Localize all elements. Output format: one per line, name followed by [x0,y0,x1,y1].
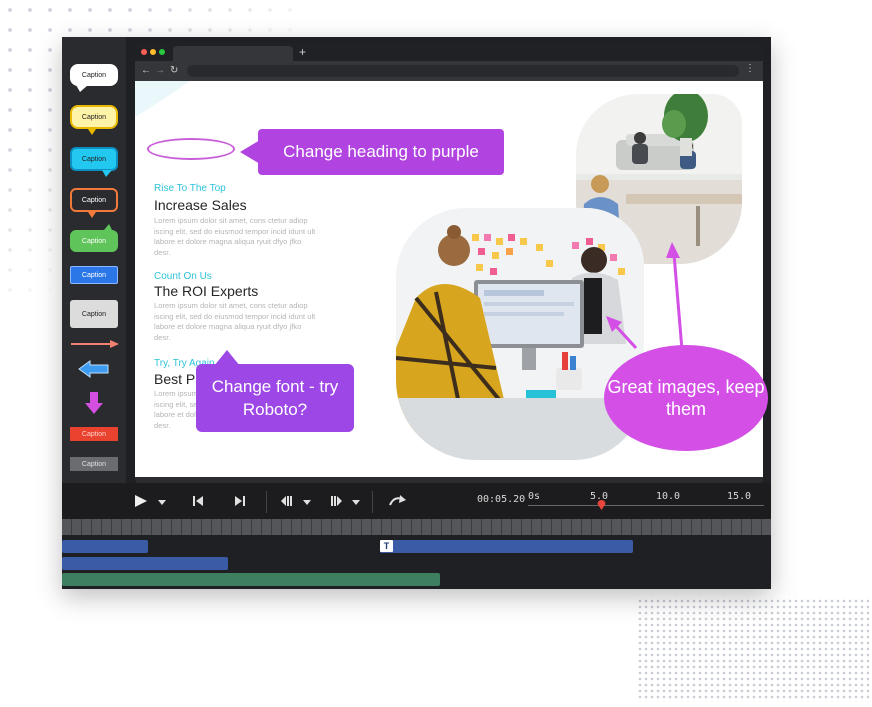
caption-style-blue-box[interactable]: Caption [70,266,118,284]
chevron-down-icon[interactable] [158,500,166,505]
caption-style-grey-box[interactable]: Caption [70,300,118,328]
caption-palette: Caption Caption Caption Caption Caption … [62,37,126,483]
bubble-tail-icon [104,224,112,230]
maximize-window-dot[interactable] [159,49,165,55]
heading-color-callout: Change heading to purple [258,129,504,175]
caption-style-red-bar[interactable]: Caption [70,427,118,441]
corner-decoration [135,81,190,117]
timecode-display: 00:05.20 [477,494,526,505]
forward-arrow-icon[interactable]: → [155,64,165,78]
font-change-callout: Change font - try Roboto? [196,364,354,432]
bubble-tail-icon [102,170,112,177]
ruler-label: 15.0 [727,491,752,502]
caption-style-cyan-bubble[interactable]: Caption [70,147,118,171]
close-window-dot[interactable] [141,49,147,55]
timeline-clip-blue[interactable] [62,540,148,553]
section-body: Lorem ipsum dolor sit amet, cons ctetur … [154,301,316,342]
ruler-label: 10.0 [656,491,681,502]
bubble-tail-icon [76,85,88,92]
callout-arrows [606,242,684,351]
text-clip-icon: T [380,540,393,552]
timeline-clip-blue[interactable] [62,557,228,570]
caption-style-white-bubble[interactable]: Caption [70,64,118,86]
section-heading: Increase Sales [154,197,247,213]
browser-toolbar: ← → ↻ ⋮ [135,61,763,81]
callout-text: Great images, keep them [607,377,765,419]
arrow-right-icon[interactable] [70,339,120,349]
caption-style-green-bubble[interactable]: Caption [70,230,118,252]
callout-pointer [240,140,260,164]
time-ruler[interactable] [528,505,764,506]
step-back-icon[interactable] [280,495,292,507]
browser-menu-button[interactable]: ⋮ [745,63,755,74]
section-label: Count On Us [154,271,212,282]
browser-tab-strip: + [135,43,763,61]
callout-pointer [214,350,240,366]
caption-style-yellow-bubble[interactable]: Caption [70,105,118,129]
section-heading: The ROI Experts [154,283,259,299]
section-label: Rise To The Top [154,183,226,194]
step-forward-icon[interactable] [330,495,342,507]
callout-text: Change heading to purple [283,142,479,161]
playhead-marker[interactable] [597,500,606,510]
play-icon[interactable] [134,494,148,508]
caption-style-grey-bar[interactable]: Caption [70,457,118,471]
timeline-frame-strip[interactable] [62,519,771,535]
minimize-window-dot[interactable] [150,49,156,55]
redo-icon[interactable] [388,493,408,509]
player-controls: 00:05.20 0s 5.0 10.0 15.0 [62,483,771,519]
ruler-label: 0s [528,491,541,502]
timeline-clip-green[interactable] [62,573,440,586]
chevron-down-icon[interactable] [352,500,360,505]
address-bar[interactable] [187,65,739,77]
arrow-left-icon[interactable] [78,360,110,378]
callout-text: Change font - try Roboto? [211,377,339,419]
skip-to-end-icon[interactable] [234,495,246,507]
bubble-tail-icon [88,212,96,218]
toolbar-divider [372,491,373,513]
timeline-clip-text[interactable] [380,540,633,553]
new-tab-button[interactable]: + [299,45,306,59]
toolbar-divider [266,491,267,513]
decorative-dot-pattern-bottom-right [637,598,869,702]
back-arrow-icon[interactable]: ← [141,64,151,78]
chevron-down-icon[interactable] [303,500,311,505]
section-body: Lorem ipsum dolor sit amet, cons ctetur … [154,216,316,257]
heading-highlight-circle [147,138,235,160]
browser-tab[interactable] [173,46,293,61]
reload-icon[interactable]: ↻ [170,64,178,78]
skip-to-start-icon[interactable] [192,495,204,507]
bubble-tail-icon [88,129,96,135]
caption-style-orange-outline-bubble[interactable]: Caption [70,188,118,212]
arrow-down-icon[interactable] [84,391,104,415]
